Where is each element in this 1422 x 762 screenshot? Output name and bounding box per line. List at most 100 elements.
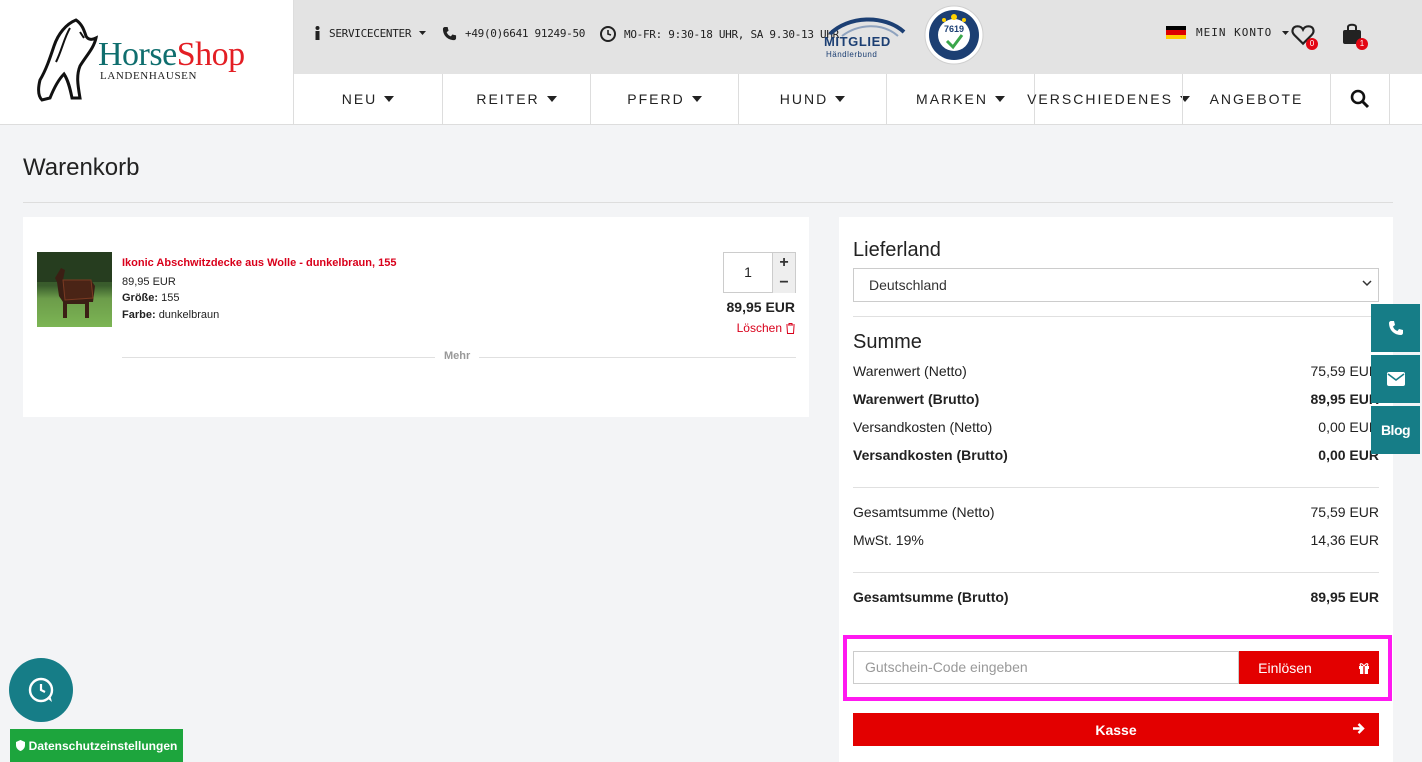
caret-down-icon — [1282, 30, 1290, 35]
summary-divider — [853, 572, 1379, 573]
product-image[interactable] — [37, 252, 112, 327]
phone-link[interactable]: +49(0)6641 91249-50 — [442, 26, 585, 41]
side-email-button[interactable] — [1371, 355, 1420, 403]
product-color: Farbe: dunkelbraun — [122, 309, 219, 321]
more-toggle[interactable]: Mehr — [122, 350, 796, 364]
logo[interactable]: HorseShop LANDENHAUSEN — [0, 0, 294, 124]
quantity-decrease-button[interactable]: − — [772, 273, 795, 293]
cart-button[interactable]: 1 — [1340, 22, 1370, 52]
product-name-link[interactable]: Ikonic Abschwitzdecke aus Wolle - dunkel… — [122, 257, 396, 269]
product-size: Größe: 155 — [122, 292, 179, 304]
privacy-label: Datenschutzeinstellungen — [28, 738, 178, 753]
german-flag-icon — [1166, 26, 1186, 39]
quantity-increase-button[interactable]: + — [772, 253, 795, 273]
redeem-coupon-button[interactable]: Einlösen — [1239, 651, 1379, 684]
nav-item-label: VERSCHIEDENES — [1027, 91, 1173, 107]
cart-items-panel: Ikonic Abschwitzdecke aus Wolle - dunkel… — [23, 217, 809, 417]
order-summary-panel: Lieferland Deutschland Summe Warenwert (… — [839, 217, 1393, 762]
summary-row-label: Gesamtsumme (Netto) — [853, 504, 995, 520]
color-label: Farbe: — [122, 309, 156, 321]
nav-item-reiter[interactable]: REITER — [442, 74, 590, 124]
nav-item-verschiedenes[interactable]: VERSCHIEDENES — [1027, 74, 1190, 124]
wishlist-button[interactable]: 0 — [1290, 22, 1320, 52]
privacy-settings-button[interactable]: Datenschutzeinstellungen — [10, 729, 183, 762]
caret-down-icon — [419, 31, 427, 35]
delete-item-button[interactable]: Löschen — [737, 321, 795, 335]
summary-row-value: 75,59 EUR — [1310, 363, 1379, 379]
summary-row: Warenwert (Netto) 75,59 EUR — [853, 363, 1379, 379]
nav-item-label: NEU — [341, 91, 378, 107]
caret-down-icon — [691, 96, 702, 102]
servicecenter-label: SERVICECENTER — [329, 26, 412, 40]
mitglied-label: MITGLIED — [824, 34, 891, 49]
hours-text: MO-FR: 9:30-18 UHR, SA 9.30-13 UHR — [624, 27, 839, 41]
size-value: 155 — [161, 292, 180, 304]
haendlerbund-label: Händlerbund — [826, 50, 878, 59]
summary-row: Warenwert (Brutto) 89,95 EUR — [853, 391, 1379, 407]
gift-icon — [1358, 662, 1369, 674]
horse-head-logo-icon — [37, 18, 98, 102]
nav-item-angebote[interactable]: ANGEBOTE — [1182, 74, 1330, 124]
clock-icon — [600, 26, 616, 42]
shield-icon — [15, 740, 25, 751]
country-selected-value: Deutschland — [869, 277, 947, 293]
horse-photo-icon — [37, 252, 112, 318]
cart-count-badge: 1 — [1356, 38, 1368, 50]
checkout-button[interactable]: Kasse — [853, 713, 1379, 746]
coupon-code-input[interactable]: Gutschein-Code eingeben — [853, 651, 1239, 684]
trust-number: 7619 — [943, 24, 965, 34]
summary-row-value: 75,59 EUR — [1310, 504, 1379, 520]
search-icon — [1350, 89, 1370, 109]
summary-divider — [853, 316, 1379, 317]
top-bar: SERVICECENTER +49(0)6641 91249-50 MO-FR:… — [294, 0, 1422, 74]
envelope-icon — [1386, 372, 1405, 386]
nav-item-hund[interactable]: HUND — [738, 74, 886, 124]
logo-word-shop: Shop — [176, 36, 245, 73]
summary-row-label: Versandkosten (Netto) — [853, 419, 993, 435]
summary-row-value: 0,00 EUR — [1318, 419, 1379, 435]
caret-down-icon — [835, 96, 846, 102]
caret-down-icon — [384, 96, 395, 102]
summary-row-value: 89,95 EUR — [1310, 391, 1379, 407]
redeem-label: Einlösen — [1258, 659, 1312, 676]
nav-item-label: HUND — [779, 91, 829, 107]
side-blog-button[interactable]: Blog — [1371, 406, 1420, 454]
summary-row-label: Warenwert (Netto) — [853, 363, 967, 379]
trust-seal-icon — [924, 5, 984, 65]
account-menu[interactable]: MEIN KONTO — [1166, 26, 1290, 39]
size-label: Größe: — [122, 292, 159, 304]
summary-row-label: Versandkosten (Brutto) — [853, 447, 1008, 463]
site-header: HorseShop LANDENHAUSEN SERVICECENTER +49… — [0, 0, 1422, 125]
servicecenter-menu[interactable]: SERVICECENTER — [314, 26, 427, 40]
arrow-right-icon — [1353, 723, 1365, 734]
summary-divider — [853, 487, 1379, 488]
phone-icon — [442, 26, 457, 41]
main-navigation: NEU REITER PFERD HUND MARKEN VERSCHIEDEN… — [294, 74, 1422, 124]
phone-icon — [1388, 321, 1403, 335]
search-button[interactable] — [1330, 74, 1390, 124]
page-title: Warenkorb — [23, 154, 140, 181]
summary-row-label: MwSt. 19% — [853, 532, 924, 548]
nav-item-pferd[interactable]: PFERD — [590, 74, 738, 124]
trash-icon — [786, 322, 795, 334]
nav-item-marken[interactable]: MARKEN — [886, 74, 1034, 124]
quantity-stepper: 1 + − — [723, 252, 796, 293]
nav-item-neu[interactable]: NEU — [294, 74, 442, 124]
chat-widget-button[interactable] — [9, 658, 73, 722]
side-phone-button[interactable] — [1371, 304, 1420, 352]
summary-row: MwSt. 19% 14,36 EUR — [853, 532, 1379, 548]
account-label: MEIN KONTO — [1196, 26, 1273, 39]
haendlerbund-badge[interactable]: MITGLIED Händlerbund — [824, 14, 906, 60]
country-select[interactable]: Deutschland — [853, 268, 1379, 302]
delete-label: Löschen — [736, 321, 782, 335]
title-divider — [23, 202, 1393, 203]
color-value: dunkelbraun — [158, 309, 220, 321]
chevron-down-icon — [1362, 280, 1372, 287]
item-total-price: 89,95 EUR — [726, 299, 795, 315]
trust-seal[interactable]: 7619 — [924, 5, 984, 65]
quantity-input[interactable]: 1 — [724, 253, 772, 292]
summary-row-label: Gesamtsumme (Brutto) — [853, 589, 1009, 605]
info-icon — [315, 26, 320, 40]
caret-down-icon — [546, 96, 557, 102]
logo-word-horse: Horse — [98, 36, 177, 73]
